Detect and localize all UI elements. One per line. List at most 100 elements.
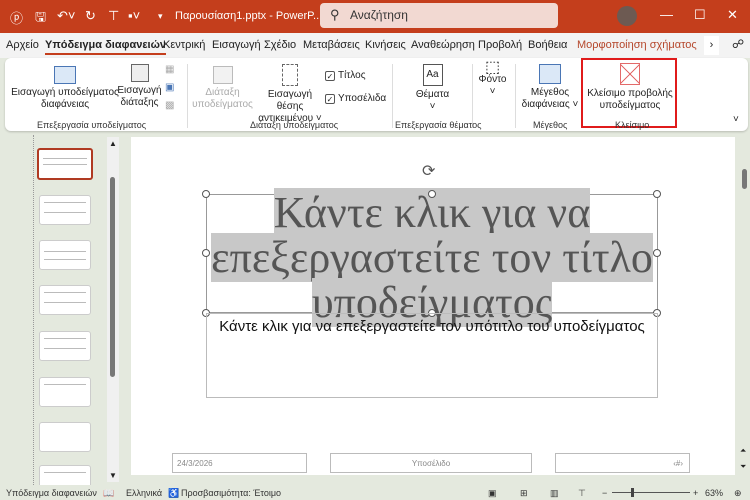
- search-icon: ⚲: [330, 7, 340, 22]
- label: Θέματα: [415, 89, 450, 100]
- zoom-in-icon[interactable]: +: [693, 488, 698, 498]
- tab-slide-master[interactable]: Υπόδειγμα διαφανειών: [45, 39, 167, 55]
- insert-slide-master-button[interactable]: Εισαγωγή υποδείγματος διαφάνειας: [10, 66, 120, 111]
- fit-to-window-icon[interactable]: ⊕: [734, 488, 742, 499]
- title-text[interactable]: Κάντε κλικ για να επεξεργαστείτε τον τίτ…: [211, 188, 653, 327]
- insert-layout-icon: [130, 64, 149, 82]
- tab-design[interactable]: Σχέδιο: [264, 39, 296, 51]
- zoom-out-icon[interactable]: −: [602, 488, 607, 498]
- tab-animations[interactable]: Κινήσεις: [365, 39, 406, 51]
- tab-home[interactable]: Κεντρική: [163, 39, 205, 51]
- tab-transitions[interactable]: Μεταβάσεις: [303, 39, 360, 51]
- scroll-down-icon[interactable]: ▼: [109, 471, 117, 480]
- scroll-up-icon[interactable]: ▲: [109, 139, 117, 148]
- label: διάταξης: [120, 97, 159, 108]
- zoom-slider[interactable]: [612, 492, 690, 493]
- maximize-icon[interactable]: ☐: [694, 7, 706, 23]
- thumbnail-layout[interactable]: [39, 465, 91, 485]
- resize-handle[interactable]: [202, 249, 210, 257]
- footers-checkbox[interactable]: ✓ Υποσέλιδα: [325, 93, 386, 104]
- subtitle-placeholder[interactable]: Κάντε κλικ για να επεξεργαστείτε τον υπό…: [206, 313, 658, 398]
- subtitle-text[interactable]: Κάντε κλικ για να επεξεργαστείτε τον υπό…: [207, 318, 657, 335]
- accessibility-icon[interactable]: ♿: [168, 488, 179, 499]
- slide-thumbnails: [0, 135, 110, 485]
- thumbnail-layout[interactable]: [39, 285, 91, 315]
- slide-canvas[interactable]: ⟳ Κάντε κλικ για να επεξεργαστείτε τον τ…: [131, 137, 735, 475]
- thumbnail-layout[interactable]: [39, 377, 91, 407]
- collapse-ribbon-icon[interactable]: ˅: [733, 114, 739, 126]
- footer-placeholder[interactable]: Υποσέλιδο: [330, 453, 532, 473]
- themes-button[interactable]: Aa Θέματα ˅: [410, 64, 455, 113]
- thumbnail-master[interactable]: [37, 148, 93, 180]
- more-tabs-icon[interactable]: ›: [704, 36, 719, 55]
- resize-handle[interactable]: [653, 249, 661, 257]
- ribbon: Εισαγωγή υποδείγματος διαφάνειας Εισαγωγ…: [5, 58, 748, 131]
- tab-file[interactable]: Αρχείο: [6, 39, 39, 51]
- title-checkbox[interactable]: ✓ Τίτλος: [325, 70, 366, 81]
- spelling-icon[interactable]: 📖: [103, 488, 114, 499]
- delete-icon: ▦: [165, 64, 175, 75]
- scrollbar-thumb[interactable]: [110, 177, 115, 377]
- normal-view-icon[interactable]: ▣: [488, 488, 497, 499]
- scrollbar-thumb[interactable]: [742, 169, 747, 189]
- language[interactable]: Ελληνικά: [126, 488, 162, 498]
- divider: [472, 64, 473, 128]
- accessibility-status[interactable]: Προσβασιμότητα: Έτοιμο: [181, 488, 281, 498]
- undo-icon[interactable]: ↶˅: [57, 8, 75, 24]
- group-label: Επεξεργασία υποδείγματος: [37, 120, 147, 130]
- share-icon[interactable]: ☍: [732, 37, 744, 51]
- zoom-level[interactable]: 63%: [705, 488, 723, 498]
- label: υποδείγματος: [192, 99, 253, 110]
- previous-slide-icon[interactable]: ⏶: [740, 446, 746, 456]
- label: διαφάνειας ˅: [521, 99, 579, 110]
- slide-size-button[interactable]: Μέγεθος διαφάνειας ˅: [520, 64, 580, 111]
- resize-handle[interactable]: [653, 190, 661, 198]
- close-master-view-button[interactable]: Κλείσιμο προβολής υποδείγματος: [585, 63, 675, 112]
- placeholder-icon: [282, 64, 298, 86]
- thumbnail-layout[interactable]: [39, 331, 91, 361]
- label: Εισαγωγή: [117, 85, 162, 96]
- slide-show-icon[interactable]: ⊤: [578, 488, 586, 499]
- avatar[interactable]: [617, 6, 637, 26]
- label: Εισαγωγή θέσης: [267, 89, 313, 112]
- close-icon[interactable]: ✕: [727, 7, 738, 23]
- insert-layout-button[interactable]: Εισαγωγή διάταξης: [117, 64, 162, 109]
- date-placeholder[interactable]: 24/3/2026: [172, 453, 307, 473]
- customize-qat-icon[interactable]: ▾: [158, 11, 163, 22]
- label: Μέγεθος: [530, 87, 570, 98]
- save-icon[interactable]: 🖫: [35, 8, 46, 30]
- slide-number-placeholder[interactable]: ‹#›: [555, 453, 690, 473]
- redo-icon[interactable]: ↻: [85, 8, 96, 24]
- divider: [187, 64, 188, 128]
- resize-handle[interactable]: [428, 190, 436, 198]
- zoom-slider-thumb[interactable]: [631, 488, 634, 497]
- thumbnails-scrollbar[interactable]: ▲ ▼: [107, 137, 119, 482]
- minimize-icon[interactable]: —: [660, 7, 673, 22]
- thumbnail-layout[interactable]: [39, 422, 91, 452]
- powerpoint-logo-icon: ⓟ: [10, 11, 24, 26]
- thumbnail-layout[interactable]: [39, 195, 91, 225]
- rename-icon[interactable]: ▣: [165, 82, 174, 94]
- label: Εισαγωγή υποδείγματος: [11, 87, 119, 98]
- background-button[interactable]: ⬚ Φόντο ˅: [475, 60, 510, 98]
- insert-placeholder-button[interactable]: Εισαγωγή θέσης αντικειμένου ˅: [255, 64, 325, 125]
- tab-view[interactable]: Προβολή: [478, 39, 522, 51]
- thumbnail-layout[interactable]: [39, 240, 91, 270]
- search-input[interactable]: ⚲ Αναζήτηση: [320, 3, 558, 28]
- slide-sorter-icon[interactable]: ⊞: [520, 488, 528, 499]
- label: Τίτλος: [338, 70, 366, 81]
- group-label: Κλείσιμο: [615, 120, 650, 130]
- slide-scrollbar[interactable]: ⏶ ⏷: [738, 137, 750, 482]
- tab-help[interactable]: Βοήθεια: [528, 39, 567, 51]
- resize-handle[interactable]: [202, 190, 210, 198]
- present-icon[interactable]: ⊤: [108, 8, 119, 24]
- tab-insert[interactable]: Εισαγωγή: [212, 39, 261, 51]
- tab-review[interactable]: Αναθεώρηση: [411, 39, 475, 51]
- title-placeholder[interactable]: Κάντε κλικ για να επεξεργαστείτε τον τίτ…: [206, 188, 658, 327]
- rotate-handle-icon[interactable]: ⟳: [422, 161, 435, 181]
- tab-shape-format[interactable]: Μορφοποίηση σχήματος: [577, 39, 697, 51]
- next-slide-icon[interactable]: ⏷: [740, 462, 746, 472]
- font-color-icon[interactable]: ▪˅: [128, 8, 140, 23]
- reading-view-icon[interactable]: ▥: [550, 488, 559, 499]
- chevron-down-icon: ˅: [489, 86, 496, 97]
